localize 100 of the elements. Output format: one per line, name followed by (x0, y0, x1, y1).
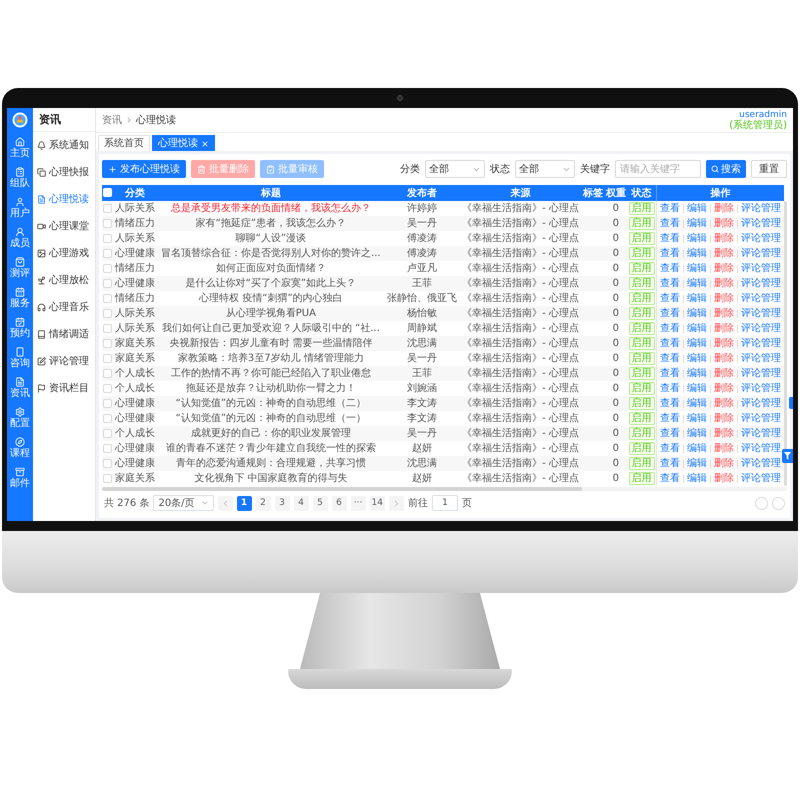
action-link[interactable]: 查看 (660, 217, 680, 230)
title-link[interactable]: 聊聊“人设”漫谈 (236, 233, 306, 244)
nav-item[interactable]: 邮件 (7, 464, 33, 492)
action-link[interactable]: 编辑 (687, 457, 708, 470)
action-link[interactable]: 评论管理 (741, 232, 782, 245)
action-link[interactable]: 删除 (714, 247, 734, 260)
action-link[interactable]: 评论管理 (741, 352, 782, 365)
action-link[interactable]: 查看 (660, 307, 680, 320)
nav-item[interactable]: 成员 (7, 224, 33, 252)
user-name[interactable]: useradmin (739, 110, 787, 120)
page-tab[interactable]: 系统首页 (98, 135, 150, 151)
row-checkbox[interactable] (103, 428, 112, 438)
action-link[interactable]: 查看 (660, 262, 680, 275)
action-link[interactable]: 评论管理 (741, 307, 782, 320)
action-link[interactable]: 编辑 (687, 382, 708, 395)
page-button[interactable]: 6 (332, 496, 347, 510)
page-button[interactable]: ··· (350, 496, 366, 510)
menu-item[interactable]: 心理悦读 (33, 186, 95, 213)
menu-item[interactable]: 心理游戏 (33, 240, 95, 267)
action-link[interactable]: 删除 (714, 307, 734, 320)
toolbar-button[interactable]: 发布心理悦读 (102, 160, 186, 178)
nav-item[interactable]: 课程 (7, 434, 33, 462)
page-button[interactable]: 2 (256, 496, 271, 510)
action-link[interactable]: 评论管理 (741, 442, 782, 455)
title-link[interactable]: 文化视角下 中国家庭教育的得与失 (194, 473, 348, 484)
action-link[interactable]: 查看 (660, 412, 680, 425)
action-link[interactable]: 评论管理 (741, 457, 782, 470)
action-link[interactable]: 编辑 (687, 307, 708, 320)
action-link[interactable]: 删除 (714, 442, 734, 455)
action-link[interactable]: 查看 (660, 442, 680, 455)
row-checkbox[interactable] (103, 264, 112, 273)
action-link[interactable]: 删除 (714, 232, 734, 245)
row-checkbox[interactable] (103, 474, 112, 483)
row-checkbox[interactable] (103, 278, 112, 288)
action-link[interactable]: 查看 (660, 202, 680, 215)
action-link[interactable]: 删除 (714, 217, 734, 230)
action-link[interactable]: 评论管理 (741, 322, 782, 335)
title-link[interactable]: 心理特权 疫情“刺猬”的内心独白 (199, 293, 343, 304)
action-link[interactable]: 删除 (714, 457, 734, 470)
title-link[interactable]: 如何正面应对负面情绪？ (216, 263, 326, 274)
menu-item[interactable]: 心理放松 (33, 267, 95, 294)
action-link[interactable]: 查看 (660, 457, 680, 470)
title-link[interactable]: 家教策略：培养3至7岁幼儿 情绪管理能力 (178, 353, 364, 364)
nav-item[interactable]: 资讯 (7, 374, 33, 402)
title-link[interactable]: “认知觉值”的元凶：神奇的自动思维（一） (176, 413, 366, 424)
menu-item[interactable]: 资讯栏目 (33, 375, 95, 402)
action-link[interactable]: 删除 (714, 277, 734, 290)
row-checkbox[interactable] (103, 414, 112, 423)
action-link[interactable]: 评论管理 (741, 217, 782, 230)
action-link[interactable]: 查看 (660, 337, 680, 350)
nav-item[interactable]: 主页 (7, 134, 33, 162)
action-link[interactable]: 编辑 (687, 412, 708, 425)
page-button[interactable]: 3 (274, 496, 290, 510)
action-link[interactable]: 删除 (714, 262, 734, 275)
select-field[interactable]: 全部 (515, 160, 575, 178)
select-all-checkbox[interactable] (103, 188, 112, 198)
action-link[interactable]: 删除 (714, 337, 734, 350)
title-link[interactable]: 从心理学视角看PUA (226, 308, 316, 319)
action-link[interactable]: 删除 (714, 427, 734, 440)
action-link[interactable]: 删除 (714, 202, 734, 215)
title-link[interactable]: 家有“拖延症”患者，我该怎么办？ (196, 218, 346, 229)
action-link[interactable]: 评论管理 (741, 277, 782, 290)
action-link[interactable]: 编辑 (687, 202, 708, 215)
action-link[interactable]: 查看 (660, 367, 680, 380)
action-link[interactable]: 查看 (660, 232, 680, 245)
title-link[interactable]: “认知觉值”的元凶：神奇的自动思维（二） (176, 398, 366, 409)
search-button[interactable]: 搜索 (706, 160, 746, 178)
horizontal-scrollbar[interactable] (102, 487, 787, 491)
floating-button[interactable] (782, 449, 793, 463)
action-link[interactable]: 编辑 (687, 262, 708, 275)
row-checkbox[interactable] (103, 458, 112, 468)
page-input[interactable]: 1 (432, 495, 458, 511)
row-checkbox[interactable] (103, 444, 112, 453)
action-link[interactable]: 删除 (714, 382, 734, 395)
row-checkbox[interactable] (103, 324, 112, 333)
action-link[interactable]: 编辑 (687, 247, 708, 260)
action-link[interactable]: 查看 (660, 247, 680, 260)
row-checkbox[interactable] (103, 354, 112, 363)
vertical-scrollbar[interactable] (784, 201, 787, 486)
title-link[interactable]: 成就更好的自己：你的职业发展管理 (190, 428, 351, 439)
row-checkbox[interactable] (103, 308, 112, 318)
row-checkbox[interactable] (103, 368, 112, 378)
action-link[interactable]: 评论管理 (741, 292, 782, 305)
title-link[interactable]: 央视新报告：四岁儿童有时 需要一些温情陪伴 (169, 338, 372, 349)
action-link[interactable]: 评论管理 (741, 337, 782, 350)
title-link[interactable]: 是什么让你对“买了个寂寞”如此上头？ (186, 278, 356, 289)
select-field[interactable]: 全部 (425, 160, 485, 178)
row-checkbox[interactable] (103, 204, 112, 213)
action-link[interactable]: 删除 (714, 352, 734, 365)
row-checkbox[interactable] (103, 234, 112, 243)
action-link[interactable]: 编辑 (687, 292, 708, 305)
action-link[interactable]: 查看 (660, 352, 680, 365)
row-checkbox[interactable] (103, 218, 112, 228)
action-link[interactable]: 评论管理 (741, 202, 782, 215)
action-link[interactable]: 编辑 (687, 352, 708, 365)
action-link[interactable]: 查看 (660, 397, 680, 410)
menu-item[interactable]: 心理音乐 (33, 294, 95, 321)
action-link[interactable]: 删除 (714, 322, 734, 335)
action-link[interactable]: 评论管理 (741, 247, 782, 260)
title-link[interactable]: 冒名顶替综合征：你是否觉得别人对你的赞许之... (161, 248, 381, 259)
